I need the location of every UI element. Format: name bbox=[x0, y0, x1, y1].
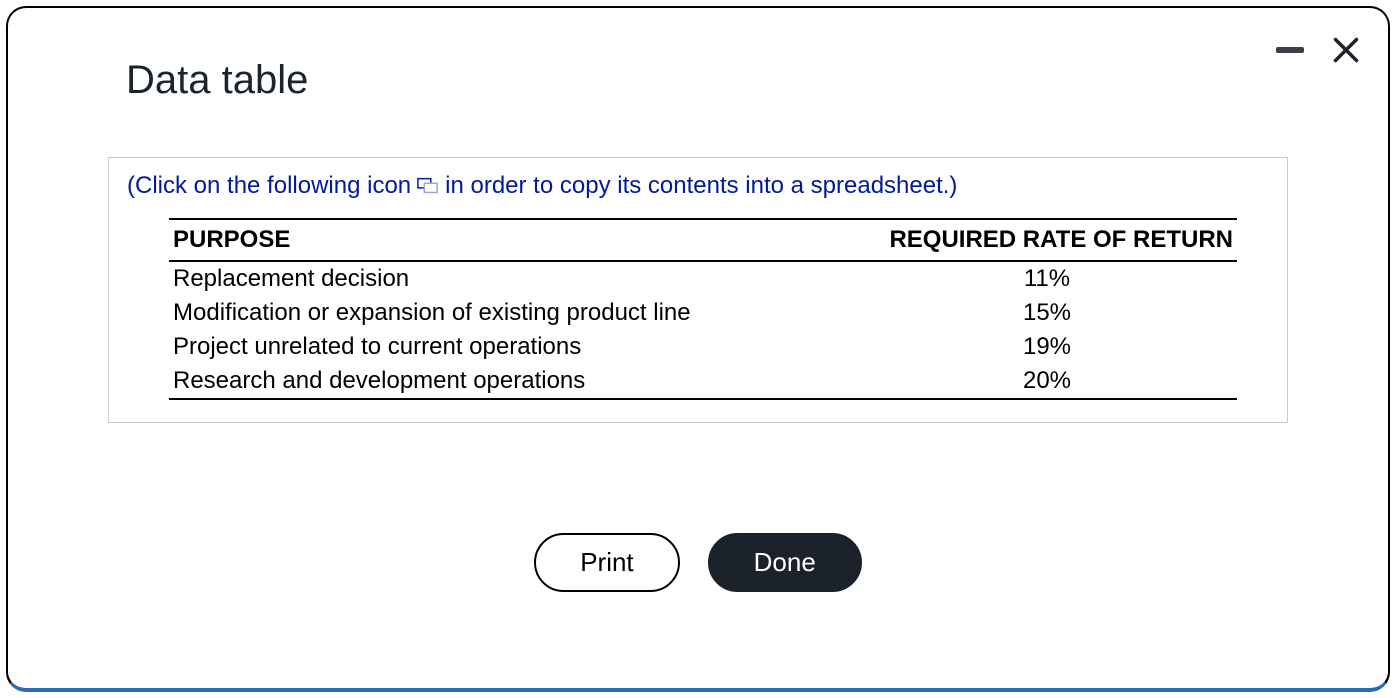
copy-instruction: (Click on the following icon in order to… bbox=[127, 172, 1269, 200]
header-purpose: PURPOSE bbox=[169, 219, 857, 261]
table-row: Project unrelated to current operations … bbox=[169, 330, 1237, 364]
close-icon[interactable] bbox=[1332, 36, 1360, 64]
dialog-title: Data table bbox=[8, 8, 1388, 103]
window-controls bbox=[1276, 36, 1360, 64]
cell-rate: 15% bbox=[857, 296, 1237, 330]
data-table: PURPOSE REQUIRED RATE OF RETURN Replacem… bbox=[169, 218, 1237, 400]
data-table-dialog: Data table (Click on the following icon … bbox=[6, 6, 1390, 692]
cell-purpose: Replacement decision bbox=[169, 261, 857, 296]
instruction-text-after: in order to copy its contents into a spr… bbox=[445, 172, 957, 200]
table-row: Research and development operations 20% bbox=[169, 364, 1237, 399]
cell-purpose: Project unrelated to current operations bbox=[169, 330, 857, 364]
header-rate: REQUIRED RATE OF RETURN bbox=[857, 219, 1237, 261]
table-row: Modification or expansion of existing pr… bbox=[169, 296, 1237, 330]
done-button[interactable]: Done bbox=[708, 533, 862, 592]
cell-rate: 19% bbox=[857, 330, 1237, 364]
content-box: (Click on the following icon in order to… bbox=[108, 157, 1288, 423]
instruction-text-before: (Click on the following icon bbox=[127, 172, 411, 200]
print-button[interactable]: Print bbox=[534, 533, 679, 592]
cell-purpose: Research and development operations bbox=[169, 364, 857, 399]
table-header-row: PURPOSE REQUIRED RATE OF RETURN bbox=[169, 219, 1237, 261]
copy-to-spreadsheet-icon[interactable] bbox=[417, 177, 439, 195]
button-row: Print Done bbox=[8, 533, 1388, 592]
table-row: Replacement decision 11% bbox=[169, 261, 1237, 296]
cell-rate: 20% bbox=[857, 364, 1237, 399]
cell-purpose: Modification or expansion of existing pr… bbox=[169, 296, 857, 330]
cell-rate: 11% bbox=[857, 261, 1237, 296]
minimize-icon[interactable] bbox=[1276, 47, 1304, 53]
